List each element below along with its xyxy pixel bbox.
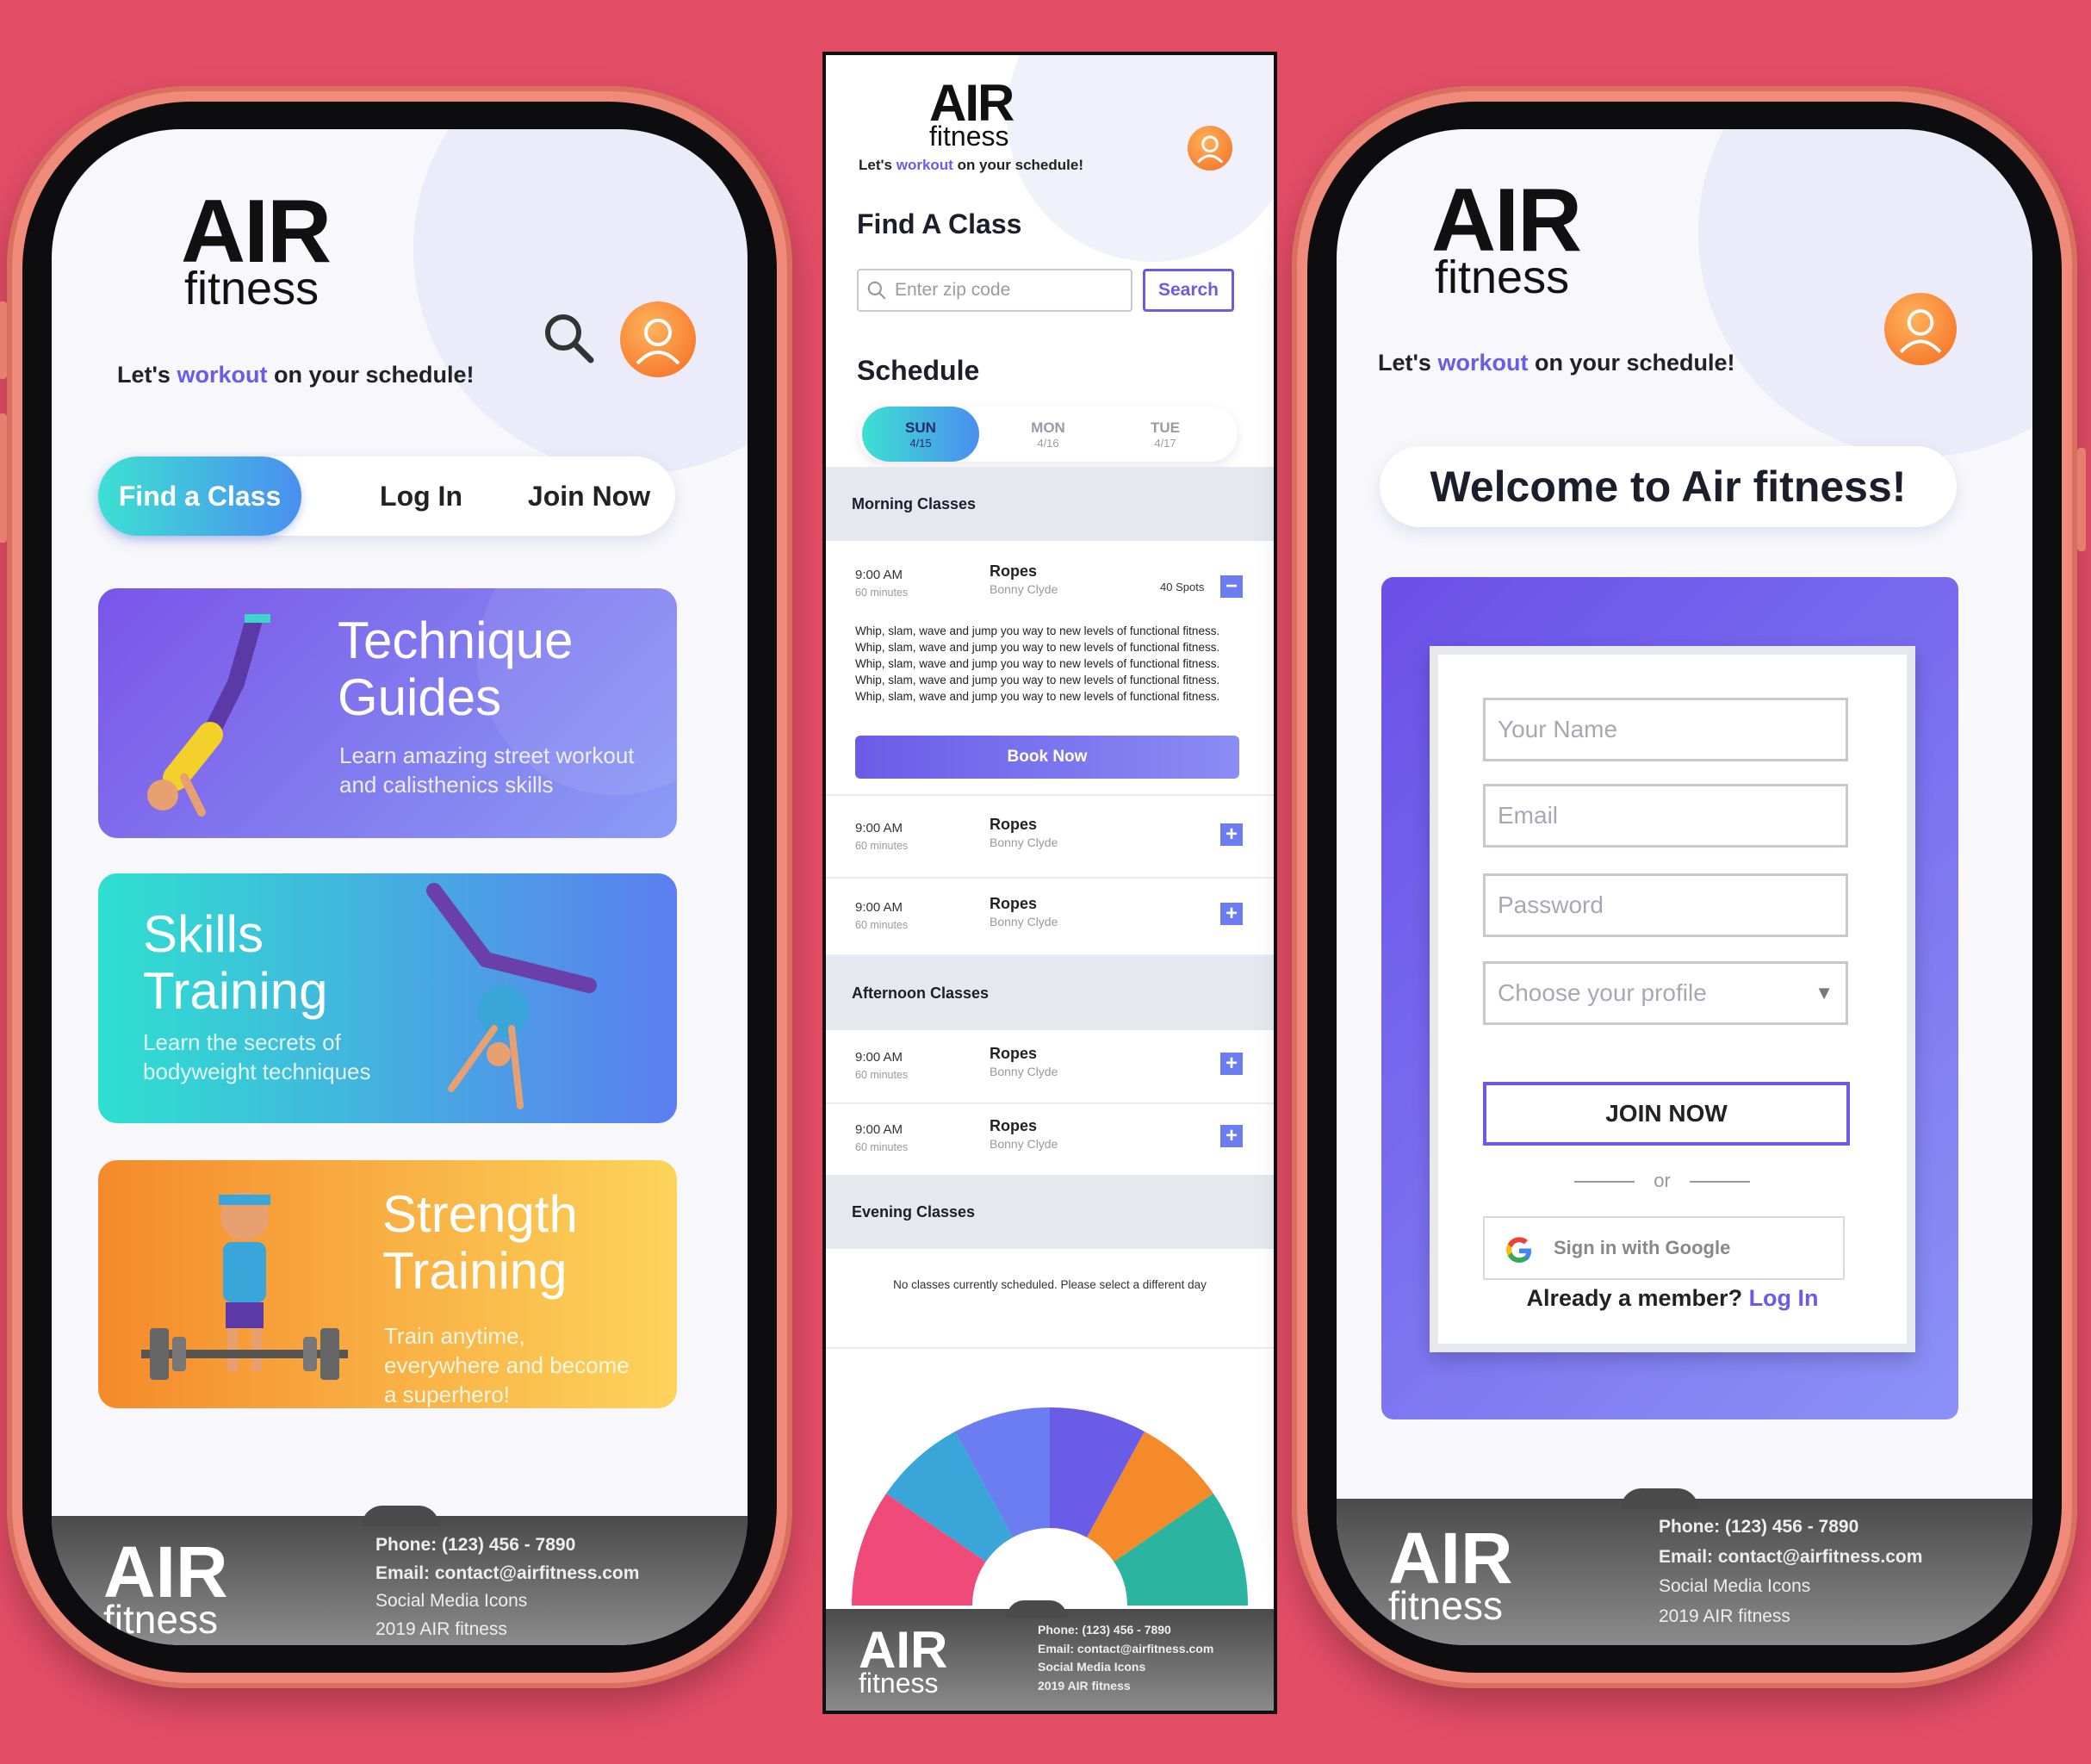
user-icon [1899,309,1942,354]
join-now-button[interactable]: JOIN NOW [1483,1082,1850,1146]
search-button[interactable]: Search [1143,269,1234,312]
class-row[interactable]: 9:00 AM 60 minutes Ropes Bonny Clyde + [826,794,1274,879]
handstand-illustration [147,614,270,817]
footer: AIR fitness Phone: (123) 456 - 7890 Emai… [826,1600,1274,1711]
class-row[interactable]: 9:00 AM 60 minutes Ropes Bonny Clyde + [826,1030,1274,1104]
evening-classes-header: Evening Classes [826,1175,1274,1249]
tagline: Let's workout on your schedule! [1378,350,1735,376]
welcome-banner: Welcome to Air fitness! [1380,446,1957,527]
zip-search-input[interactable]: Enter zip code [857,269,1132,312]
profile-select[interactable]: Choose your profile ▼ [1483,961,1848,1025]
tagline: Let's workout on your schedule! [117,362,475,388]
profile-avatar[interactable] [1188,126,1232,171]
profile-avatar[interactable] [620,301,696,377]
chevron-down-icon: ▼ [1815,982,1834,1003]
add-class-button[interactable]: + [1220,1125,1243,1147]
tab-log-in[interactable]: Log In [357,457,486,536]
password-field[interactable]: Password [1483,873,1848,937]
signup-form: Your Name Email Password Choose your pro… [1430,646,1915,1352]
brand-logo: AIR fitness [181,182,332,315]
card-technique-guides[interactable]: Technique Guides Learn amazing street wor… [98,588,677,838]
footer-logo: AIR fitness [859,1621,948,1699]
day-sun[interactable]: SUN 4/15 [862,407,979,462]
tab-join-now[interactable]: Join Now [512,457,667,536]
home-screen: AIR fitness Let's workout on your schedu… [52,129,748,1645]
login-link[interactable]: Log In [1749,1285,1819,1311]
tab-find-class[interactable]: Find a Class [98,457,301,536]
phone-left: AIR fitness Let's workout on your schedu… [0,86,792,1688]
tagline: Let's workout on your schedule! [859,157,1083,173]
card-skills-training[interactable]: Skills Training Learn the secrets of bodyw… [98,873,677,1123]
add-class-button[interactable]: + [1220,823,1243,846]
morning-classes-header: Morning Classes [826,467,1274,541]
search-icon[interactable] [541,310,596,365]
footer: AIR fitness Phone: (123) 456 - 7890 Emai… [52,1506,748,1645]
footer: AIR fitness Phone: (123) 456 - 7890 Emai… [1337,1488,2032,1645]
spots-badge: 40 Spots [1160,581,1205,593]
class-row[interactable]: 9:00 AM 60 minutes Ropes Bonny Clyde + [826,1102,1274,1177]
footer-logo: AIR fitness [1388,1518,1513,1629]
google-icon [1506,1237,1531,1263]
brand-logo: AIR fitness [929,74,1014,152]
contact-info: Phone: (123) 456 - 7890 Email: contact@a… [1659,1517,1923,1626]
contact-info: Phone: (123) 456 - 7890 Email: contact@a… [375,1535,640,1639]
book-now-button[interactable]: Book Now [855,736,1239,779]
search-icon [867,281,886,300]
weightlifter-illustration [141,1192,348,1380]
user-icon [636,319,680,365]
add-class-button[interactable]: + [1220,1053,1243,1075]
join-screen: AIR fitness Let's workout on your schedu… [1337,129,2032,1645]
no-classes-message: No classes currently scheduled. Please s… [893,1278,1207,1291]
card-strength-training[interactable]: Strength Training Train anytime, everywher… [98,1160,677,1408]
email-field[interactable]: Email [1483,784,1848,848]
phone-right: AIR fitness Let's workout on your schedu… [1292,86,2086,1688]
afternoon-classes-header: Afternoon Classes [826,956,1274,1030]
user-icon [1196,135,1224,164]
collapse-button[interactable]: − [1220,575,1243,598]
nav-tabs: Find a Class Log In Join Now [98,457,675,536]
contact-info: Phone: (123) 456 - 7890 Email: contact@a… [1038,1623,1214,1693]
day-selector: SUN 4/15 MON 4/16 TUE 4/17 [859,407,1238,462]
day-tue[interactable]: TUE 4/17 [1114,407,1217,462]
class-row[interactable]: 9:00 AM 60 minutes Ropes Bonny Clyde + [826,877,1274,956]
cartwheel-illustration [426,883,597,1109]
brand-logo: AIR fitness [1431,171,1582,304]
schedule-screen: AIR fitness Let's workout on your schedu… [822,52,1277,1714]
find-class-title: Find A Class [857,208,1022,239]
profile-avatar[interactable] [1884,293,1957,365]
day-mon[interactable]: MON 4/16 [996,407,1100,462]
or-divider: or [1567,1170,1757,1192]
schedule-title: Schedule [857,355,980,386]
google-signin-button[interactable]: Sign in with Google [1483,1216,1845,1280]
name-field[interactable]: Your Name [1483,698,1848,761]
add-class-button[interactable]: + [1220,903,1243,925]
footer-logo: AIR fitness [103,1531,228,1643]
class-description: Whip, slam, wave and jump you way to new… [855,624,1220,703]
login-prompt: Already a member? Log In [1526,1285,1819,1311]
class-row-expanded[interactable]: 9:00 AM 60 minutes Ropes Bonny Clyde 40 Sp… [826,541,1274,796]
